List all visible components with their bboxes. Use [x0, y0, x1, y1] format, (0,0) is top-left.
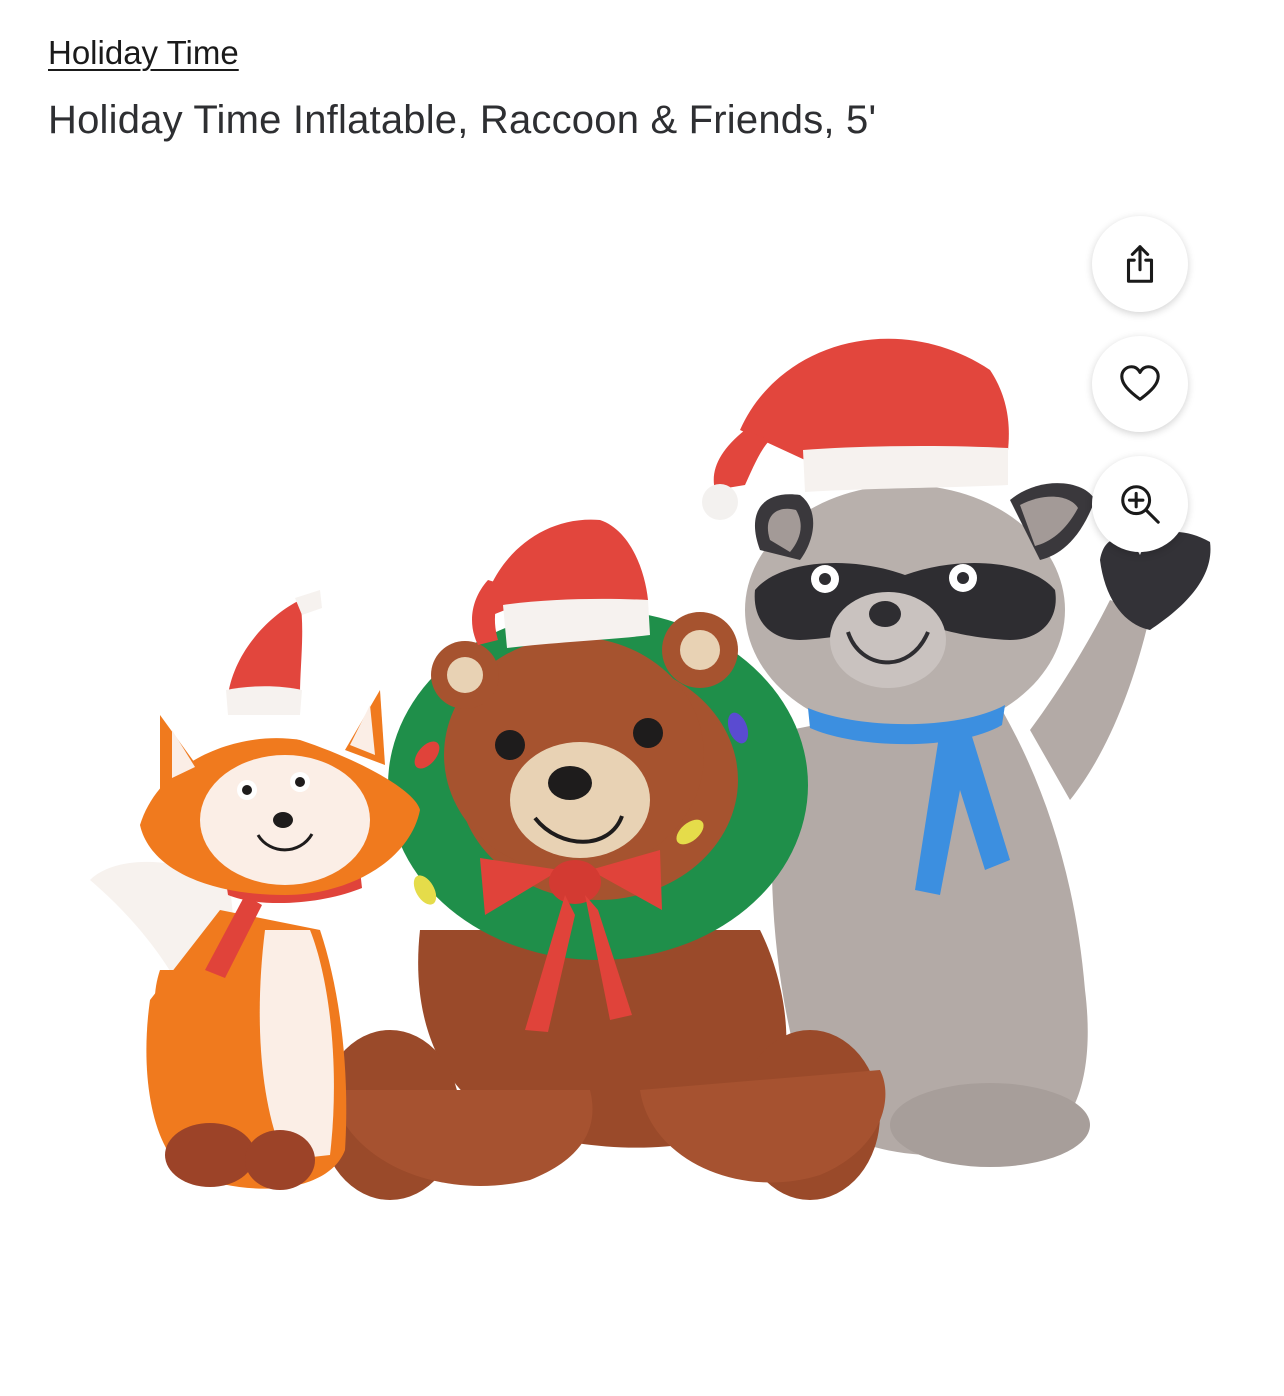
product-image[interactable] — [0, 170, 1284, 1250]
share-button[interactable] — [1092, 216, 1188, 312]
zoom-button[interactable] — [1092, 456, 1188, 552]
brand-link[interactable]: Holiday Time — [48, 34, 239, 72]
share-icon — [1126, 245, 1154, 283]
zoom-in-icon — [1121, 485, 1160, 524]
heart-icon — [1120, 365, 1160, 401]
favorite-button[interactable] — [1092, 336, 1188, 432]
product-title: Holiday Time Inflatable, Raccoon & Frien… — [48, 98, 877, 142]
